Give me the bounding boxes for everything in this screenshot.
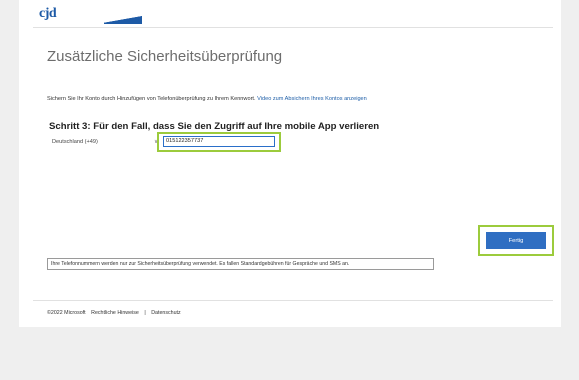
step-heading: Schritt 3: Für den Fall, dass Sie den Zu…	[49, 121, 380, 132]
privacy-notice: Ihre Telefonnummern werden nur zur Siche…	[47, 258, 434, 270]
legal-notice-link[interactable]: Rechtliche Hinweise	[91, 310, 139, 316]
intro-description: Sichern Sie Ihr Konto durch Hinzufügen v…	[47, 96, 256, 102]
company-logo: cjd	[31, 4, 151, 26]
footer-separator: |	[144, 310, 146, 316]
country-select[interactable]: Deutschland (+49) ∨	[51, 139, 160, 148]
privacy-link[interactable]: Datenschutz	[151, 310, 180, 316]
finish-button[interactable]: Fertig	[486, 232, 546, 249]
page-container: cjd Zusätzliche Sicherheitsüberprüfung S…	[19, 0, 561, 327]
logo-graphic-icon	[104, 15, 142, 24]
page-title: Zusätzliche Sicherheitsüberprüfung	[47, 48, 283, 65]
footer: ©2022 Microsoft Rechtliche Hinweise | Da…	[47, 310, 185, 316]
intro-text: Sichern Sie Ihr Konto durch Hinzufügen v…	[47, 96, 367, 102]
footer-divider	[33, 300, 553, 301]
header-divider	[33, 27, 553, 28]
phone-number-input[interactable]: 015122357737	[163, 136, 275, 147]
logo-text: cjd	[39, 6, 57, 21]
copyright-text: ©2022 Microsoft	[47, 310, 86, 316]
country-select-value: Deutschland (+49)	[52, 139, 98, 145]
video-link[interactable]: Video zum Absichern Ihres Kontos anzeige…	[257, 96, 367, 102]
